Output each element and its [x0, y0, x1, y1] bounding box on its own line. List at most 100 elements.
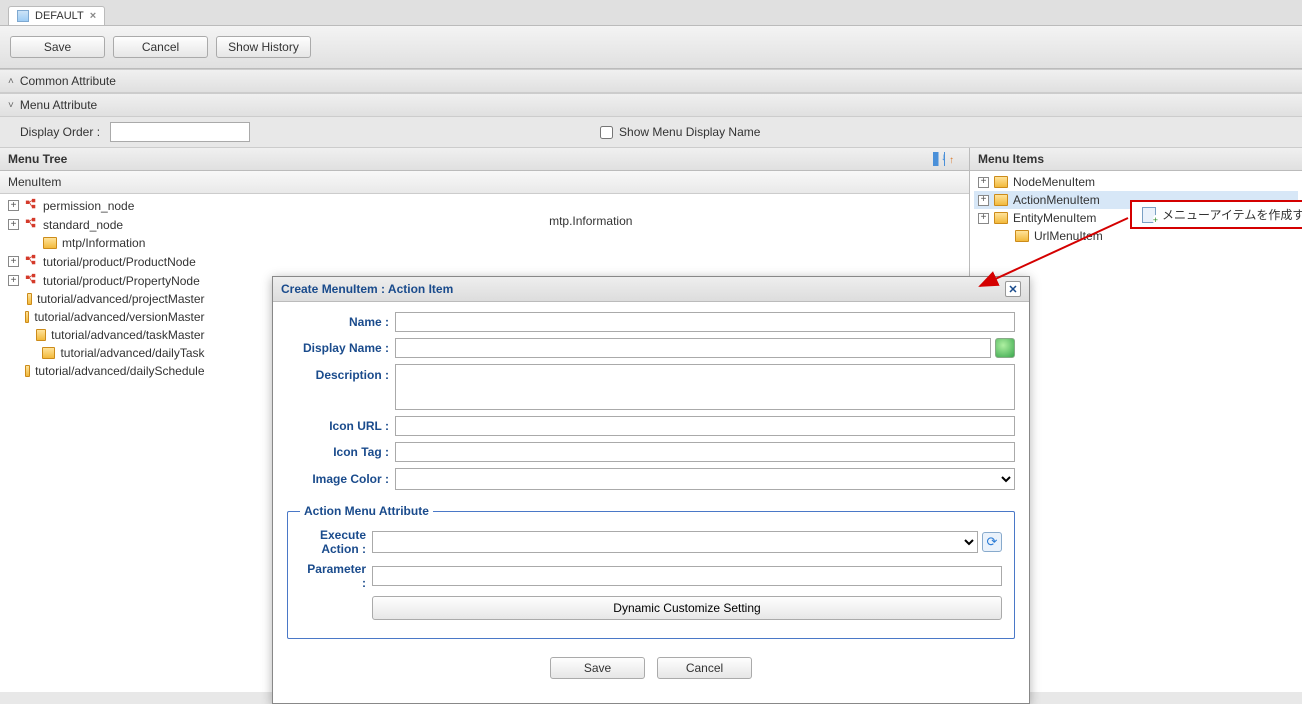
dialog-cancel-button[interactable]: Cancel — [657, 657, 752, 679]
dialog-save-button[interactable]: Save — [550, 657, 645, 679]
tree-label: tutorial/advanced/versionMaster — [34, 310, 204, 324]
display-name-input[interactable] — [395, 338, 991, 358]
tree-label: tutorial/advanced/dailyTask — [60, 346, 204, 360]
tree-row[interactable]: tutorial/advanced/projectMaster — [4, 290, 209, 308]
menu-tree[interactable]: + permission_node + standard_node mtp/Inform… — [0, 194, 213, 382]
common-attribute-header[interactable]: ˄ Common Attribute — [0, 69, 1302, 93]
expand-icon[interactable]: + — [8, 219, 19, 230]
folder-icon — [1015, 230, 1029, 242]
folder-icon — [27, 293, 32, 305]
node-icon — [24, 254, 38, 269]
callout-text: メニューアイテムを作成する — [1162, 206, 1302, 223]
parameter-input[interactable] — [372, 566, 1002, 586]
tab-default[interactable]: DEFAULT × — [8, 6, 105, 25]
image-color-select[interactable] — [395, 468, 1015, 490]
execute-action-label: Execute Action : — [300, 528, 372, 556]
tree-label: tutorial/advanced/dailySchedule — [35, 364, 204, 378]
menu-items-header: Menu Items — [970, 148, 1302, 171]
panel-title: Menu Items — [978, 152, 1044, 166]
tree-label: mtp/Information — [62, 236, 145, 250]
callout-create-menuitem: メニューアイテムを作成する — [1130, 200, 1302, 229]
folder-icon — [25, 311, 30, 323]
display-order-input[interactable] — [110, 122, 250, 142]
icon-url-input[interactable] — [395, 416, 1015, 436]
show-menu-display-name-checkbox[interactable] — [600, 126, 613, 139]
action-legend: Action Menu Attribute — [300, 504, 433, 518]
expand-icon[interactable]: + — [8, 200, 19, 211]
folder-icon — [42, 347, 55, 359]
expand-icon[interactable]: + — [8, 275, 19, 286]
tree-row[interactable]: + standard_node — [4, 215, 209, 234]
cancel-button[interactable]: Cancel — [113, 36, 208, 58]
menu-tree-header: Menu Tree — [0, 148, 969, 171]
tree-label: standard_node — [43, 218, 123, 232]
save-button[interactable]: Save — [10, 36, 105, 58]
refresh-icon[interactable]: ⟳ — [982, 532, 1002, 552]
menu-item-label: EntityMenuItem — [1013, 211, 1096, 225]
icon-tag-label: Icon Tag : — [287, 445, 395, 459]
dialog-close-button[interactable]: ✕ — [1005, 281, 1021, 297]
panel-title: Menu Tree — [8, 152, 67, 166]
menu-item-label: UrlMenuItem — [1034, 229, 1103, 243]
tree-row[interactable]: tutorial/advanced/versionMaster — [4, 308, 209, 326]
description-label: Description : — [287, 364, 395, 382]
parameter-label: Parameter : — [300, 562, 372, 590]
tree-row[interactable]: + tutorial/product/PropertyNode — [4, 271, 209, 290]
tree-label: permission_node — [43, 199, 134, 213]
new-page-icon — [1142, 207, 1156, 223]
menu-item-row[interactable]: + NodeMenuItem — [974, 173, 1298, 191]
grid-column-header: MenuItem — [0, 171, 969, 194]
dialog-title: Create MenuItem : Action Item — [281, 282, 453, 296]
tree-label: tutorial/advanced/taskMaster — [51, 328, 204, 342]
execute-action-select[interactable] — [372, 531, 978, 553]
display-name-label: Display Name : — [287, 341, 395, 355]
globe-icon[interactable] — [995, 338, 1015, 358]
tree-row[interactable]: + tutorial/product/ProductNode — [4, 252, 209, 271]
expand-icon[interactable]: + — [978, 213, 989, 224]
menu-item-label: ActionMenuItem — [1013, 193, 1100, 207]
folder-icon — [43, 237, 57, 249]
tree-row[interactable]: + permission_node — [4, 196, 209, 215]
expand-icon[interactable]: + — [978, 195, 989, 206]
create-menuitem-dialog: Create MenuItem : Action Item ✕ Name : D… — [272, 276, 1030, 704]
menu-attribute-header[interactable]: ˅ Menu Attribute — [0, 93, 1302, 117]
expand-icon[interactable]: + — [978, 177, 989, 188]
folder-icon — [994, 194, 1008, 206]
description-input[interactable] — [395, 364, 1015, 410]
tree-label: tutorial/product/ProductNode — [43, 255, 196, 269]
tree-label: tutorial/product/PropertyNode — [43, 274, 200, 288]
action-menu-attribute-group: Action Menu Attribute Execute Action : ⟳… — [287, 504, 1015, 639]
close-icon[interactable]: × — [90, 10, 96, 22]
name-label: Name : — [287, 315, 395, 329]
dialog-header: Create MenuItem : Action Item ✕ — [273, 277, 1029, 302]
tree-row[interactable]: mtp/Information — [4, 234, 209, 252]
folder-icon — [994, 212, 1008, 224]
menu-item-row[interactable]: UrlMenuItem — [974, 227, 1298, 245]
chevron-up-icon: ˄ — [8, 76, 14, 87]
tree-row[interactable]: tutorial/advanced/taskMaster — [4, 326, 209, 344]
tree-label: tutorial/advanced/projectMaster — [37, 292, 204, 306]
node-icon — [24, 217, 38, 232]
tree-row[interactable]: tutorial/advanced/dailySchedule — [4, 362, 209, 380]
dynamic-customize-button[interactable]: Dynamic Customize Setting — [372, 596, 1002, 620]
document-icon — [17, 10, 29, 22]
icon-tag-input[interactable] — [395, 442, 1015, 462]
name-input[interactable] — [395, 312, 1015, 332]
sort-desc-icon[interactable] — [949, 152, 961, 166]
show-menu-display-name-label: Show Menu Display Name — [619, 125, 760, 139]
main-toolbar: Save Cancel Show History — [0, 26, 1302, 69]
chevron-down-icon: ˅ — [8, 100, 14, 111]
tree-row[interactable]: tutorial/advanced/dailyTask — [4, 344, 209, 362]
tab-title: DEFAULT — [35, 10, 84, 22]
folder-icon — [36, 329, 46, 341]
expand-icon[interactable]: + — [8, 256, 19, 267]
image-color-label: Image Color : — [287, 472, 395, 486]
node-icon — [24, 198, 38, 213]
menu-attribute-row: Display Order : Show Menu Display Name — [0, 117, 1302, 148]
menu-item-label: NodeMenuItem — [1013, 175, 1095, 189]
folder-icon — [994, 176, 1008, 188]
tab-bar: DEFAULT × — [0, 0, 1302, 26]
show-history-button[interactable]: Show History — [216, 36, 311, 58]
section-title: Menu Attribute — [20, 98, 97, 112]
sort-asc-icon[interactable] — [933, 152, 945, 166]
